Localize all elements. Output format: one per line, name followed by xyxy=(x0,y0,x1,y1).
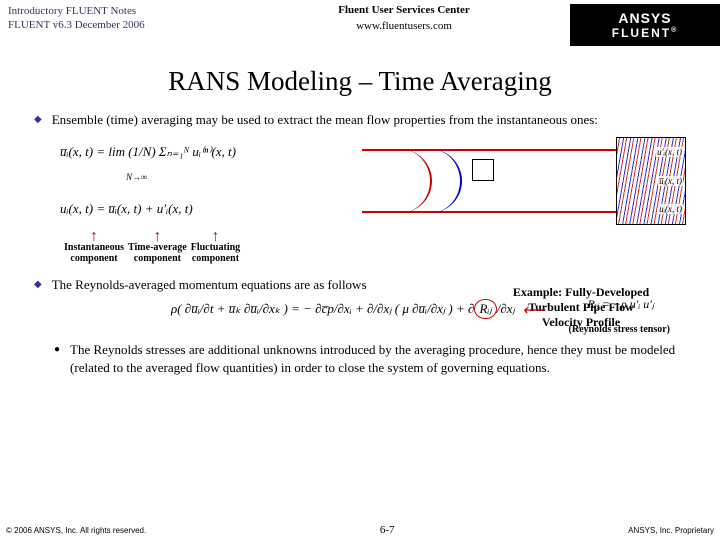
diamond-bullet-icon: ◆ xyxy=(34,114,42,129)
up-arrow-icon: ↑ xyxy=(90,231,98,242)
header-left: Introductory FLUENT Notes FLUENT v6.3 De… xyxy=(8,4,238,33)
round-bullet-icon: ● xyxy=(54,344,60,376)
proprietary-notice: ANSYS, Inc. Proprietary xyxy=(628,526,714,535)
brand-ansys: ANSYS xyxy=(618,10,671,26)
zoom-box xyxy=(472,159,494,181)
up-arrow-icon: ↑ xyxy=(153,231,161,242)
equations-block: u̅ᵢ(x, t) = lim (1/N) Σₙ₌₁ᴺ uᵢ⁽ⁿ⁾(x, t) … xyxy=(54,135,344,227)
label-u-prime: u′ᵢ(x, t) xyxy=(656,147,683,157)
bullet-1: ◆ Ensemble (time) averaging may be used … xyxy=(34,111,686,129)
course-title: Introductory FLUENT Notes xyxy=(8,4,238,18)
left-arrow-icon: ⟵ xyxy=(522,300,545,320)
equation-1: u̅ᵢ(x, t) = lim (1/N) Σₙ₌₁ᴺ uᵢ⁽ⁿ⁾(x, t) xyxy=(60,144,344,160)
equation-2: uᵢ(x, t) = u̅ᵢ(x, t) + u′ᵢ(x, t) xyxy=(60,201,344,217)
sub-bullet-1-text: The Reynolds stresses are additional unk… xyxy=(70,341,686,376)
slide-content: ◆ Ensemble (time) averaging may be used … xyxy=(0,97,720,376)
header-center: Fluent User Services Center www.fluentus… xyxy=(238,4,570,32)
zoom-detail: u′ᵢ(x, t) u̅ᵢ(x, t) uᵢ(x, t) xyxy=(616,137,686,225)
sub-bullet-1: ● The Reynolds stresses are additional u… xyxy=(34,341,686,376)
figure-row: u̅ᵢ(x, t) = lim (1/N) Σₙ₌₁ᴺ uᵢ⁽ⁿ⁾(x, t) … xyxy=(54,135,686,227)
page-number: 6-7 xyxy=(380,524,395,536)
version-date: FLUENT v6.3 December 2006 xyxy=(8,18,238,32)
label-u: uᵢ(x, t) xyxy=(658,204,683,214)
label-instantaneous: ↑ Instantaneous component xyxy=(64,231,124,264)
slide-header: Introductory FLUENT Notes FLUENT v6.3 De… xyxy=(0,0,720,48)
brand-logo: ANSYS FLUENT® xyxy=(570,4,720,46)
rij-definition: Rᵢⱼ = −ρ u′ᵢ u′ⱼ xyxy=(587,297,654,312)
component-labels: ↑ Instantaneous component ↑ Time-average… xyxy=(64,231,686,264)
service-center: Fluent User Services Center xyxy=(238,4,570,16)
pipe-flow-diagram: u′ᵢ(x, t) u̅ᵢ(x, t) uᵢ(x, t) xyxy=(352,135,686,227)
equation-1-limit: N→∞ xyxy=(126,172,344,182)
diamond-bullet-icon: ◆ xyxy=(34,279,42,294)
copyright: © 2006 ANSYS, Inc. All rights reserved. xyxy=(6,526,146,535)
rij-circled: Rᵢⱼ xyxy=(474,299,496,319)
up-arrow-icon: ↑ xyxy=(211,231,219,242)
label-fluctuating: ↑ Fluctuating component xyxy=(191,231,240,264)
label-u-bar: u̅ᵢ(x, t) xyxy=(658,176,683,186)
label-time-average: ↑ Time-average component xyxy=(128,231,187,264)
slide-footer: © 2006 ANSYS, Inc. All rights reserved. … xyxy=(0,520,720,540)
slide-title: RANS Modeling – Time Averaging xyxy=(0,66,720,97)
brand-fluent: FLUENT® xyxy=(612,26,679,40)
momentum-equation: ρ( ∂u̅ᵢ/∂t + u̅ₖ ∂u̅ᵢ/∂xₖ ) = − ∂c̅p/∂xᵢ… xyxy=(34,299,686,320)
velocity-profile-inst xyxy=(392,149,462,213)
service-url: www.fluentusers.com xyxy=(238,20,570,32)
bullet-1-text: Ensemble (time) averaging may be used to… xyxy=(52,111,686,129)
